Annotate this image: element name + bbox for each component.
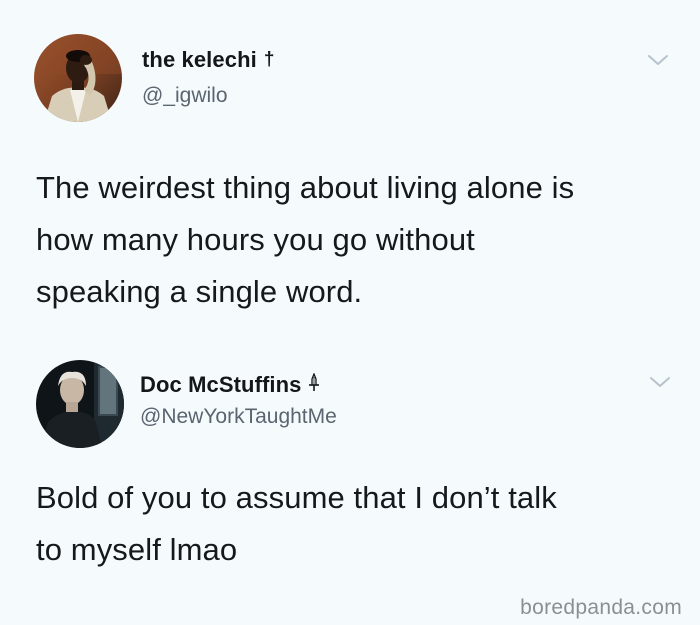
tweet-card: the kelechi † @_igwilo The weirdest thin… bbox=[0, 0, 700, 345]
user-handle[interactable]: @_igwilo bbox=[142, 84, 228, 108]
user-photo-icon bbox=[36, 360, 124, 448]
avatar[interactable] bbox=[36, 360, 124, 448]
chevron-down-icon[interactable] bbox=[646, 52, 670, 68]
tweet-text: The weirdest thing about living alone is… bbox=[36, 170, 575, 309]
watermark: boredpanda.com bbox=[520, 596, 682, 619]
user-photo-icon bbox=[34, 34, 122, 122]
tweet-text: Bold of you to assume that I don’t talk … bbox=[36, 480, 557, 567]
tweet-card: Doc McStuffins @NewYorkTaughtMe Bold of … bbox=[0, 345, 700, 585]
display-name-row[interactable]: Doc McStuffins bbox=[140, 371, 320, 398]
user-handle[interactable]: @NewYorkTaughtMe bbox=[140, 405, 337, 429]
display-name[interactable]: the kelechi bbox=[142, 47, 257, 73]
avatar[interactable] bbox=[34, 34, 122, 122]
display-name-row[interactable]: the kelechi † bbox=[142, 47, 275, 73]
dagger-icon bbox=[308, 371, 320, 398]
display-name[interactable]: Doc McStuffins bbox=[140, 372, 302, 398]
cross-icon: † bbox=[263, 49, 275, 70]
dagger-icon bbox=[308, 371, 319, 391]
chevron-down-icon[interactable] bbox=[648, 374, 672, 390]
